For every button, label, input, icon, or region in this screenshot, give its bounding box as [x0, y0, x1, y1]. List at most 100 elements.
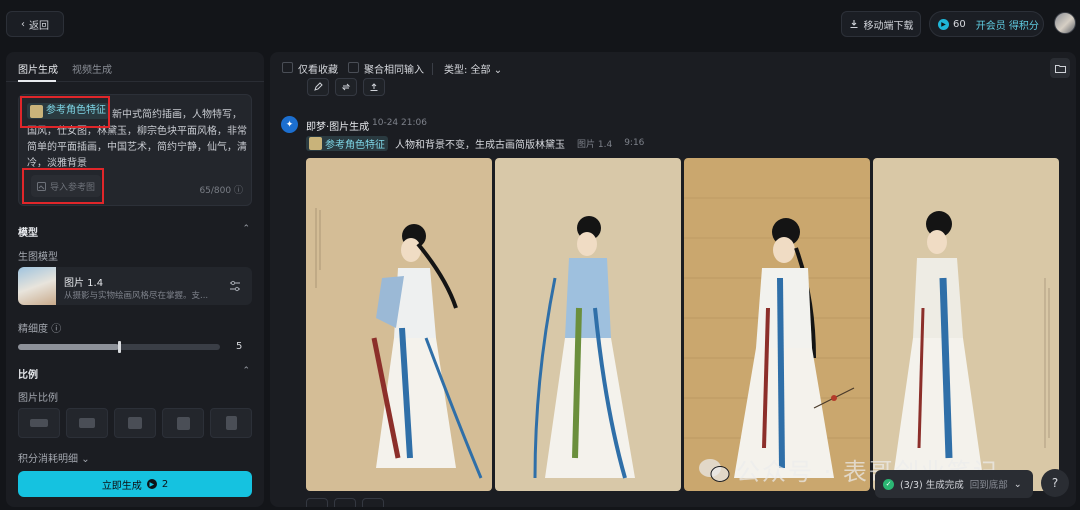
jimeng-logo-icon: ✦ — [281, 116, 298, 133]
edit-button[interactable] — [307, 78, 329, 96]
highlight-box-import-button — [22, 168, 104, 204]
ratio-option[interactable] — [66, 408, 108, 438]
generated-image[interactable] — [306, 158, 492, 491]
lady-painting-image — [306, 158, 492, 491]
credit-icon: ▶ — [938, 18, 949, 30]
char-counter-value: 65/800 — [199, 186, 232, 196]
fineness-slider-fill — [18, 344, 119, 350]
info-icon: ⓘ — [233, 186, 243, 196]
reference-tag[interactable]: 参考角色特征 — [306, 135, 388, 151]
back-label: 返回 — [29, 20, 49, 32]
model-sub-label: 生图模型 — [18, 252, 58, 263]
generation-status-text: (3/3) 生成完成 — [900, 480, 964, 491]
back-to-bottom-link[interactable]: 回到底部 — [970, 477, 1008, 491]
generate-label: 立即生成 — [101, 480, 142, 492]
vip-link[interactable]: 开会员 得积分 — [976, 17, 1039, 32]
image-gallery — [306, 158, 1059, 491]
chevron-up-icon[interactable]: ⌃ — [242, 224, 250, 234]
mobile-download-button[interactable]: 移动端下载 — [841, 11, 921, 37]
chevron-left-icon: ‹ — [21, 18, 25, 30]
divider — [432, 63, 433, 75]
message-model: 图片 1.4 — [577, 139, 613, 150]
back-button[interactable]: ‹ 返回 — [6, 11, 64, 37]
merge-inputs-checkbox[interactable] — [348, 62, 359, 73]
message-time: 10-24 21:06 — [372, 118, 427, 128]
credits-count: 60 — [953, 18, 966, 30]
ratio-sub-label: 图片比例 — [18, 393, 58, 404]
generated-image[interactable] — [495, 158, 681, 491]
char-counter: 65/800 ⓘ — [199, 183, 243, 196]
left-panel: 图片生成 视频生成 参考角色特征 新中式简约插画，人物特写，国风，仕女图，林黛玉，… — [6, 52, 264, 507]
chevron-down-icon: ⌄ — [81, 454, 90, 465]
export-button[interactable] — [363, 78, 385, 96]
upload-icon — [370, 83, 378, 91]
message-prompt-line: 参考角色特征 人物和背景不变，生成古画简版林黛玉 图片 1.4 9:16 — [306, 135, 644, 151]
tab-bar: 图片生成 视频生成 — [6, 52, 264, 82]
fineness-value: 5 — [236, 341, 243, 352]
model-description: 从摄影与实物绘画风格尽在掌握。支... — [64, 291, 209, 301]
ratio-section-title: 比例 — [18, 370, 38, 381]
model-thumbnail — [18, 267, 56, 305]
reference-tag-label: 参考角色特征 — [325, 139, 385, 151]
merge-inputs-label[interactable]: 聚合相同输入 — [364, 61, 424, 76]
ratio-option[interactable] — [162, 408, 204, 438]
generated-image[interactable] — [873, 158, 1059, 491]
type-filter-label: 类型: 全部 — [444, 65, 491, 76]
credit-icon: ▶ — [146, 479, 157, 489]
wechat-icon — [699, 458, 730, 482]
pencil-icon — [314, 82, 323, 91]
credits-pill[interactable]: ▶ 60 开会员 得积分 — [929, 11, 1044, 37]
mobile-download-label: 移动端下载 — [863, 20, 914, 32]
help-button[interactable]: ? — [1041, 469, 1069, 497]
favorites-checkbox[interactable] — [282, 62, 293, 73]
reference-thumbnail — [309, 136, 322, 150]
lady-painting-image — [873, 158, 1059, 491]
type-filter-dropdown[interactable]: 类型: 全部 ⌄ — [444, 61, 502, 76]
credit-consumption-label: 积分消耗明细 — [18, 454, 78, 465]
lady-painting-image — [684, 158, 870, 491]
download-icon — [850, 20, 857, 29]
help-label: ? — [1051, 476, 1059, 490]
message-title: 即梦·图片生成 — [306, 122, 370, 133]
settings-sliders-icon[interactable] — [228, 279, 242, 293]
message-prompt: 人物和背景不变，生成古画简版林黛玉 — [395, 139, 565, 151]
model-section-title: 模型 — [18, 228, 38, 239]
active-tab-indicator — [18, 80, 56, 82]
generate-button[interactable]: 立即生成 ▶ 2 — [18, 471, 252, 497]
more-page-button[interactable] — [362, 498, 384, 507]
credit-consumption-link[interactable]: 积分消耗明细 ⌄ — [18, 450, 90, 465]
avatar[interactable] — [1054, 12, 1076, 34]
generate-cost: 2 — [161, 478, 169, 490]
top-bar: ‹ 返回 移动端下载 ▶ 60 开会员 得积分 — [0, 0, 1080, 48]
ratio-option[interactable] — [210, 408, 252, 438]
chevron-down-icon[interactable]: ⌄ — [1014, 479, 1022, 490]
tab-image-generation[interactable]: 图片生成 — [18, 61, 58, 76]
tab-video-generation[interactable]: 视频生成 — [72, 61, 112, 76]
ratio-option[interactable] — [18, 408, 60, 438]
favorites-label[interactable]: 仅看收藏 — [298, 61, 338, 76]
generation-status-toast: ✓ (3/3) 生成完成 回到底部 ⌄ — [875, 470, 1033, 498]
message-ratio: 9:16 — [624, 138, 645, 148]
generated-image[interactable] — [684, 158, 870, 491]
fineness-slider-handle[interactable] — [118, 341, 121, 353]
results-panel: 仅看收藏 聚合相同输入 类型: 全部 ⌄ ✦ 即梦·图片生成 10-24 21:… — [270, 52, 1076, 507]
check-icon: ✓ — [883, 478, 894, 490]
next-page-button[interactable] — [334, 498, 356, 507]
chevron-down-icon: ⌄ — [493, 65, 503, 76]
refresh-icon — [341, 83, 351, 91]
model-selector[interactable]: 图片 1.4 从摄影与实物绘画风格尽在掌握。支... — [18, 267, 252, 305]
highlight-box-reference-tag — [20, 96, 110, 128]
ratio-options — [18, 408, 252, 438]
ratio-option[interactable] — [114, 408, 156, 438]
fineness-slider[interactable] — [18, 341, 220, 353]
fineness-label-text: 精细度 — [18, 324, 48, 335]
model-name: 图片 1.4 — [64, 278, 104, 289]
chevron-up-icon[interactable]: ⌃ — [242, 366, 250, 376]
regenerate-button[interactable] — [335, 78, 357, 96]
folder-icon — [1054, 64, 1066, 73]
filter-bar: 仅看收藏 聚合相同输入 类型: 全部 ⌄ — [270, 52, 1076, 82]
prev-page-button[interactable] — [306, 498, 328, 507]
lady-painting-image — [495, 158, 681, 491]
folder-button[interactable] — [1050, 58, 1070, 78]
fineness-label: 精细度 ⓘ — [18, 320, 61, 335]
